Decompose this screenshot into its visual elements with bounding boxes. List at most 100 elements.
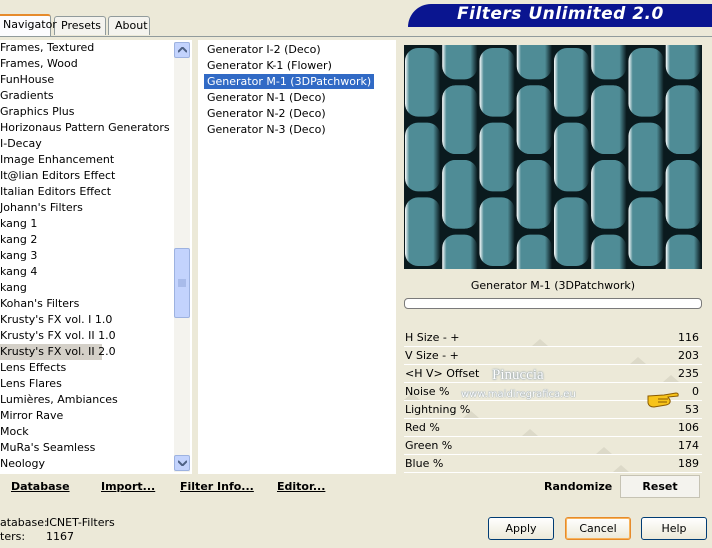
filter-preview — [404, 45, 702, 269]
apply-label: Apply — [505, 522, 537, 535]
tab-label: Presets — [61, 19, 102, 32]
tab-about[interactable]: About — [108, 16, 150, 35]
status-filters-value: 1167 — [46, 530, 74, 543]
watermark-site: www.maidiregrafica.eu — [461, 389, 576, 400]
category-scrollbar[interactable] — [174, 42, 190, 472]
preview-tile — [628, 48, 664, 117]
slider-label: Blue % — [405, 457, 444, 470]
filter-info-button[interactable]: Filter Info... — [180, 480, 254, 493]
category-item[interactable]: Johann's Filters — [0, 200, 83, 216]
category-item[interactable]: Neology — [0, 456, 45, 472]
tab-label: About — [115, 19, 148, 32]
slider-track[interactable] — [404, 472, 702, 473]
scroll-up-button[interactable] — [174, 42, 190, 58]
cancel-label: Cancel — [579, 522, 617, 535]
slider-thumb[interactable] — [612, 465, 629, 472]
category-item[interactable]: Mock — [0, 424, 29, 440]
preview-tile — [479, 48, 515, 117]
chevron-up-icon — [178, 47, 187, 53]
category-item[interactable]: Kohan's Filters — [0, 296, 79, 312]
preview-tile — [516, 234, 552, 269]
progress-bar — [404, 298, 702, 309]
apply-button[interactable]: Apply — [488, 517, 554, 540]
preview-tile — [665, 45, 701, 80]
category-item[interactable]: Lens Effects — [0, 360, 66, 376]
category-item[interactable]: Frames, Wood — [0, 56, 78, 72]
filter-item[interactable]: Generator N-3 (Deco) — [204, 122, 329, 137]
slider-thumb[interactable] — [522, 429, 539, 436]
status-database-value: ICNET-Filters — [46, 516, 115, 529]
slider-row[interactable]: H Size - + 116 — [404, 329, 702, 347]
preview-tile — [442, 85, 478, 154]
category-item[interactable]: Krusty's FX vol. II 2.0 — [0, 344, 116, 360]
preview-tile — [665, 234, 701, 269]
grip-icon — [178, 279, 186, 287]
filter-list[interactable]: Generator I-2 (Deco) Generator K-1 (Flowe… — [198, 40, 396, 474]
tab-presets[interactable]: Presets — [54, 16, 106, 35]
category-item[interactable]: Horizonaus Pattern Generators — [0, 120, 170, 136]
editor-button[interactable]: Editor... — [277, 480, 325, 493]
preview-tile — [516, 160, 552, 229]
category-item[interactable]: Italian Editors Effect — [0, 184, 111, 200]
slider-row[interactable]: Green % 174 — [404, 437, 702, 455]
category-item[interactable]: Lumières, Ambiances — [0, 392, 118, 408]
randomize-button[interactable]: Randomize — [544, 480, 612, 493]
tab-label: Navigator — [3, 18, 57, 31]
category-item[interactable]: Krusty's FX vol. I 1.0 — [0, 312, 112, 328]
help-button[interactable]: Help — [641, 517, 707, 540]
tab-navigator[interactable]: Navigator — [0, 14, 57, 36]
preview-tile — [628, 197, 664, 266]
preview-tile — [479, 122, 515, 192]
category-item[interactable]: kang 3 — [0, 248, 37, 264]
preview-tile — [554, 48, 590, 117]
slider-row[interactable]: Red % 106 — [404, 419, 702, 437]
import-button[interactable]: Import... — [101, 480, 155, 493]
slider-thumb[interactable] — [629, 357, 646, 364]
slider-label: Noise % — [405, 385, 450, 398]
category-item[interactable]: Graphics Plus — [0, 104, 74, 120]
slider-value: 174 — [678, 439, 699, 452]
pointing-hand-icon — [647, 392, 679, 408]
category-item[interactable]: kang 4 — [0, 264, 37, 280]
database-button[interactable]: Database — [11, 480, 70, 493]
slider-row[interactable]: Blue % 189 — [404, 455, 702, 473]
category-item[interactable]: Krusty's FX vol. II 1.0 — [0, 328, 116, 344]
reset-button[interactable]: Reset — [620, 475, 700, 498]
preview-tile — [591, 45, 627, 80]
preview-tile — [442, 160, 478, 229]
preview-tile — [405, 197, 441, 266]
reset-label: Reset — [642, 480, 678, 493]
category-item[interactable]: Frames, Textured — [0, 40, 94, 56]
slider-value: 106 — [678, 421, 699, 434]
category-item[interactable]: Image Enhancement — [0, 152, 114, 168]
category-item[interactable]: MuRa's Seamless — [0, 440, 95, 456]
preview-tile — [591, 234, 627, 269]
category-item[interactable]: Mirror Rave — [0, 408, 63, 424]
category-item[interactable]: kang — [0, 280, 27, 296]
preview-tile — [479, 197, 515, 266]
category-item[interactable]: I-Decay — [0, 136, 42, 152]
slider-row[interactable]: V Size - + 203 — [404, 347, 702, 365]
preview-tile — [665, 85, 701, 154]
slider-row[interactable]: <H V> Offset 235 — [404, 365, 702, 383]
category-item[interactable]: Lens Flares — [0, 376, 62, 392]
category-item[interactable]: It@lian Editors Effect — [0, 168, 115, 184]
slider-thumb[interactable] — [595, 447, 612, 454]
category-item[interactable]: Gradients — [0, 88, 54, 104]
category-item[interactable]: kang 2 — [0, 232, 37, 248]
chevron-down-icon — [178, 460, 187, 466]
cancel-button[interactable]: Cancel — [565, 517, 631, 540]
filter-item[interactable]: Generator N-1 (Deco) — [204, 90, 329, 105]
filter-item[interactable]: Generator N-2 (Deco) — [204, 106, 329, 121]
slider-thumb[interactable] — [532, 339, 549, 346]
category-item[interactable]: FunHouse — [0, 72, 54, 88]
category-item[interactable]: kang 1 — [0, 216, 37, 232]
scroll-down-button[interactable] — [174, 455, 190, 471]
preview-tile — [591, 160, 627, 229]
filter-item[interactable]: Generator I-2 (Deco) — [204, 42, 324, 57]
filter-item[interactable]: Generator M-1 (3DPatchwork) — [204, 74, 375, 89]
category-list[interactable]: Frames, Textured Frames, Wood FunHouse Grad… — [0, 40, 192, 474]
scroll-thumb[interactable] — [174, 248, 190, 318]
slider-label: <H V> Offset — [405, 367, 480, 380]
filter-item[interactable]: Generator K-1 (Flower) — [204, 58, 335, 73]
